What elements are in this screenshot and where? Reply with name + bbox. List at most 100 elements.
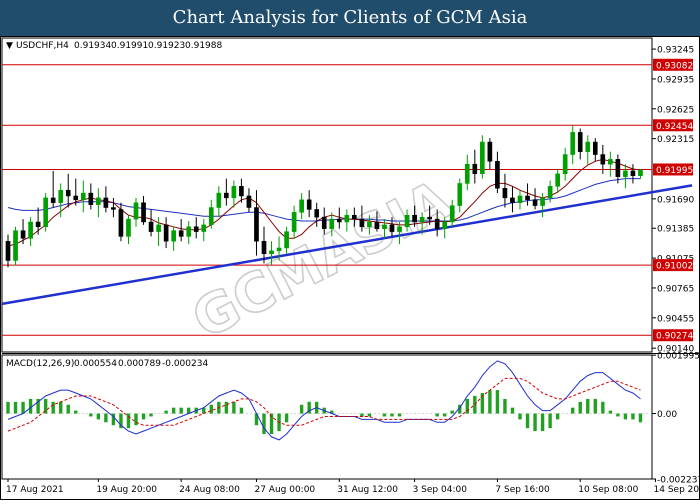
level-price-tag-label: 0.91002 (656, 262, 693, 272)
candle-body (88, 192, 94, 205)
candle-body (306, 199, 312, 210)
candle-body (43, 197, 48, 228)
candle-body (495, 161, 500, 189)
candle-body (336, 218, 342, 223)
candle-body (276, 247, 282, 252)
candle-body (540, 197, 545, 206)
candle-body (480, 141, 485, 175)
candle-body (404, 214, 410, 228)
time-axis-label: 27 Aug 00:00 (254, 485, 315, 495)
time-axis-label: 19 Aug 20:00 (96, 485, 157, 495)
candle-body (510, 197, 515, 203)
ohlc-readout-value: 0.91988 (185, 41, 222, 51)
candle-body (517, 195, 523, 203)
macd-readout-value: -0.000234 (162, 359, 208, 369)
candle-body (96, 197, 101, 205)
macd-title: MACD(12,26,9) (6, 359, 74, 369)
candle-body (246, 195, 252, 208)
candle-body (570, 132, 576, 155)
candle-body (434, 218, 440, 229)
candle-body (284, 231, 289, 249)
time-axis-label: 3 Sep 04:00 (413, 485, 468, 495)
candle-body (73, 195, 79, 201)
price-chart-title: USDCHF,H4 (16, 41, 69, 51)
macd-readout-value: 0.000789 (118, 359, 161, 369)
candle-body (13, 230, 18, 261)
candle-body (111, 207, 116, 210)
time-axis-label: 14 Sep 20:00 (654, 485, 700, 495)
candle-body (464, 163, 470, 184)
candle-body (103, 197, 109, 208)
candle-body (291, 212, 297, 232)
candle-body (419, 216, 425, 223)
chart-stage: GCMASIA 0.93245 0.92935 0.92625 0.92315 0.916… (0, 36, 700, 500)
candle-body (630, 170, 636, 176)
level-price-tag-label: 0.90274 (656, 332, 693, 342)
candle-body (178, 230, 184, 237)
candle-body (412, 214, 417, 223)
candle-body (201, 224, 207, 232)
candle-body (35, 221, 41, 228)
price-axis-label: 0.91690 (657, 195, 694, 205)
candle-body (525, 195, 530, 201)
symbol-marker: ▼ (6, 41, 13, 51)
ohlc-readout-value: 0.91991 (111, 41, 148, 51)
candle-body (148, 221, 154, 232)
candle-body (314, 209, 320, 218)
level-price-tag-label: 0.92454 (656, 122, 693, 132)
candle-body (254, 207, 259, 242)
price-axis-label: 0.90455 (657, 314, 694, 324)
price-axis-label: 0.90765 (657, 284, 694, 294)
candle-body (592, 141, 598, 155)
candle-body (562, 154, 568, 175)
candle-body (555, 173, 560, 187)
candle-body (58, 189, 64, 203)
candle-body (65, 189, 71, 197)
level-price-tag-label: 0.91995 (656, 166, 693, 176)
candle-body (502, 188, 508, 199)
candle-body (547, 186, 553, 199)
candle-body (156, 224, 161, 232)
candle-body (186, 226, 192, 237)
candle-body (171, 230, 176, 242)
candle-body (5, 240, 11, 261)
candle-body (532, 199, 538, 206)
candle-body (389, 224, 395, 232)
candle-body (239, 186, 244, 197)
candle-body (28, 221, 33, 239)
price-axis-label: 0.92625 (657, 105, 694, 115)
candle-body (163, 224, 169, 242)
candle-body (608, 159, 613, 165)
macd-axis-label: -0.002237 (657, 476, 700, 486)
candle-body (329, 218, 335, 229)
candle-body (427, 216, 432, 220)
candle-body (269, 250, 274, 255)
candle-body (118, 209, 124, 237)
candle-body (472, 163, 478, 175)
time-axis-label: 31 Aug 12:00 (337, 485, 398, 495)
time-axis-label: 10 Sep 08:00 (578, 485, 638, 495)
ohlc-readout-value: 0.91923 (148, 41, 185, 51)
candle-body (321, 216, 327, 229)
banner-title: Chart Analysis for Clients of GCM Asia (0, 0, 700, 36)
candle-body (367, 221, 372, 228)
candle-body (359, 218, 365, 228)
candle-body (623, 170, 628, 177)
candle-body (615, 159, 621, 177)
price-axis-label: 0.93245 (657, 46, 694, 56)
candle-body (193, 226, 199, 232)
forex-chart: GCMASIA0.932450.929350.926250.923150.916… (0, 36, 700, 500)
candle-body (216, 192, 222, 208)
macd-axis-label: 0.00 (657, 410, 677, 420)
candle-body (344, 214, 350, 223)
candle-body (442, 221, 448, 229)
candle-body (352, 214, 357, 220)
candle-body (585, 141, 591, 152)
candle-body (457, 183, 463, 206)
candle-body (141, 202, 146, 223)
candle-body (600, 154, 606, 165)
candle-body (80, 192, 86, 201)
ohlc-readout-value: 0.91934 (74, 41, 111, 51)
price-axis-label: 0.91385 (657, 225, 694, 235)
candle-body (224, 192, 229, 199)
